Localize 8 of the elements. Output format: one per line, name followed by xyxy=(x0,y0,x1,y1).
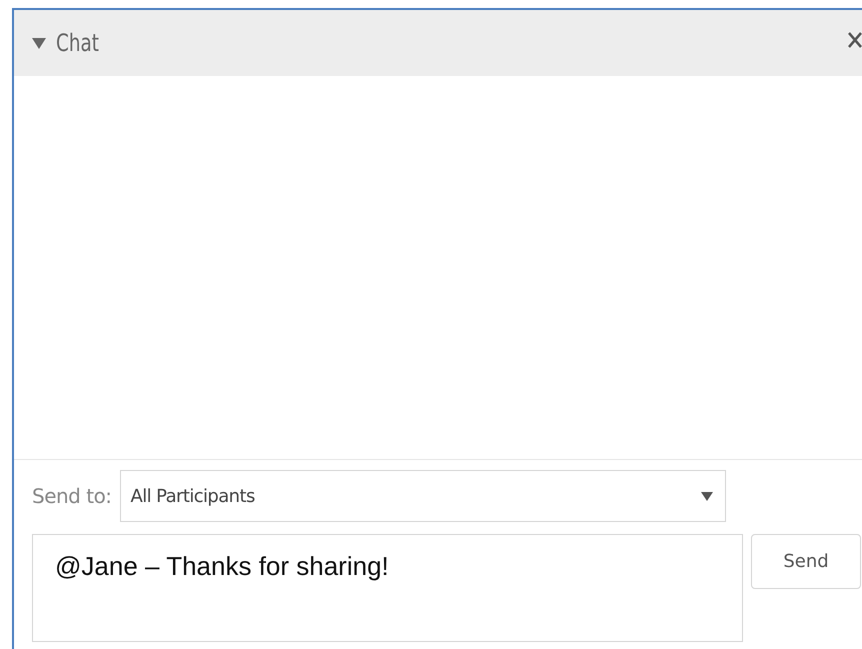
send-button[interactable]: Send xyxy=(751,534,861,589)
recipient-dropdown[interactable]: All Participants xyxy=(120,470,726,522)
close-icon[interactable] xyxy=(848,32,862,48)
message-field[interactable]: @Jane – Thanks for sharing! xyxy=(32,534,743,642)
caret-icon xyxy=(700,492,713,500)
collapse-icon[interactable] xyxy=(32,37,46,49)
send-to-label: Send to: xyxy=(32,484,112,508)
panel-title: Chat xyxy=(56,29,99,57)
